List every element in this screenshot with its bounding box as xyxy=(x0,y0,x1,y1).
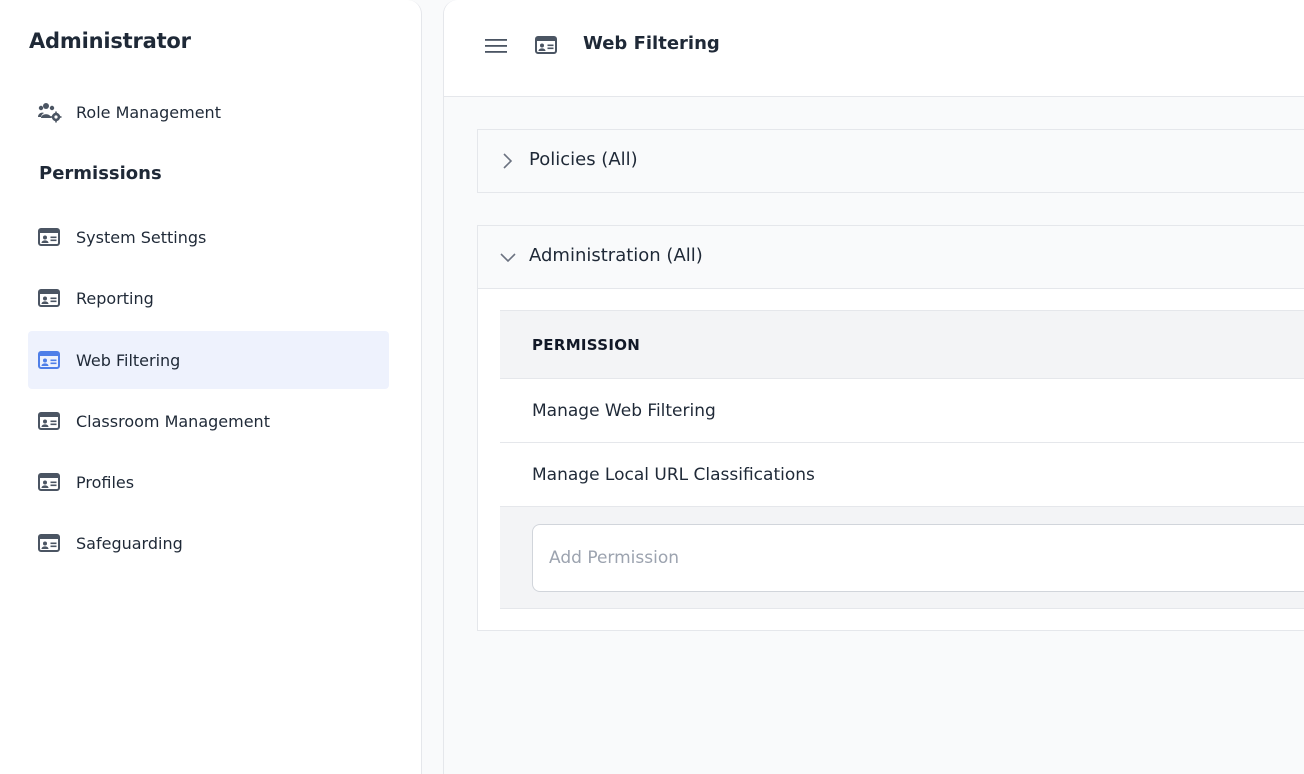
sidebar-item-web-filtering[interactable]: Web Filtering xyxy=(28,331,389,389)
top-bar: Web Filtering xyxy=(444,0,1304,97)
sidebar-item-label: System Settings xyxy=(76,227,207,247)
sidebar-item-classroom-management[interactable]: Classroom Management xyxy=(28,392,389,450)
permissions-section-title: Permissions xyxy=(39,163,162,184)
id-card-icon xyxy=(535,36,557,58)
id-card-icon xyxy=(38,473,60,491)
sidebar-item-label: Reporting xyxy=(76,288,154,308)
administration-panel-body: PERMISSION Manage Web Filtering Manage L… xyxy=(478,288,1304,630)
id-card-icon xyxy=(38,289,60,307)
sidebar-item-label: Safeguarding xyxy=(76,533,183,553)
sidebar-item-role-management[interactable]: Role Management xyxy=(28,83,389,141)
chevron-right-icon xyxy=(500,152,514,174)
sidebar-item-profiles[interactable]: Profiles xyxy=(28,453,389,511)
sidebar-item-label: Classroom Management xyxy=(76,411,270,431)
policies-panel-header[interactable]: Policies (All) xyxy=(478,130,1304,192)
administration-panel: Administration (All) PERMISSION Manage W… xyxy=(477,225,1304,631)
id-card-icon xyxy=(38,412,60,430)
page-title: Web Filtering xyxy=(583,33,720,54)
permissions-table: PERMISSION Manage Web Filtering Manage L… xyxy=(500,310,1304,609)
main-content: Web Filtering Policies (All) Administrat… xyxy=(443,0,1304,774)
sidebar-item-label: Role Management xyxy=(76,102,221,122)
administration-panel-header[interactable]: Administration (All) xyxy=(478,226,1304,288)
sidebar-item-label: Profiles xyxy=(76,472,135,492)
administration-panel-title: Administration (All) xyxy=(529,245,703,266)
table-row[interactable]: Manage Local URL Classifications xyxy=(500,443,1304,507)
sidebar-item-reporting[interactable]: Reporting xyxy=(28,269,389,327)
sidebar: Administrator Role Management Permission… xyxy=(0,0,422,774)
sidebar-item-safeguarding[interactable]: Safeguarding xyxy=(28,514,389,572)
chevron-down-icon xyxy=(499,250,517,269)
hamburger-icon[interactable] xyxy=(484,36,508,60)
policies-panel: Policies (All) xyxy=(477,129,1304,193)
sidebar-item-system-settings[interactable]: System Settings xyxy=(28,208,389,266)
id-card-icon xyxy=(38,351,60,369)
id-card-icon xyxy=(38,228,60,246)
add-permission-row xyxy=(500,507,1304,609)
table-row[interactable]: Manage Web Filtering xyxy=(500,379,1304,443)
column-header-permission: PERMISSION xyxy=(500,311,1304,379)
sidebar-item-label: Web Filtering xyxy=(76,350,181,370)
policies-panel-title: Policies (All) xyxy=(529,149,638,170)
add-permission-input[interactable] xyxy=(532,524,1304,592)
id-card-icon xyxy=(38,534,60,552)
sidebar-title: Administrator xyxy=(29,29,191,53)
users-cog-icon xyxy=(38,101,62,123)
